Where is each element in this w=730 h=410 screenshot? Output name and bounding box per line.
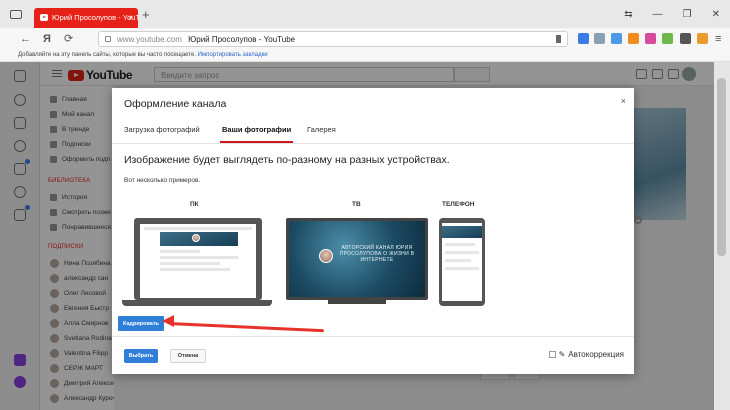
page-line (160, 268, 230, 271)
select-button[interactable]: Выбрать (124, 349, 158, 363)
laptop-base (122, 300, 272, 306)
youtube-favicon-icon (40, 14, 48, 21)
extension-icon[interactable] (594, 33, 605, 44)
dialog-subheading: Вот несколько примеров. (124, 177, 201, 184)
annotation-arrow (169, 322, 324, 333)
tv-stand (328, 300, 386, 304)
phone-preview (439, 218, 485, 306)
url-host: www.youtube.com (117, 35, 182, 44)
dialog-title: Оформление канала (124, 98, 227, 110)
autocorrection-checkbox[interactable] (548, 351, 556, 358)
sidebar-toggle-icon[interactable] (10, 10, 22, 19)
annotation-arrow-head (162, 315, 174, 327)
device-label-pc: ПК (190, 201, 199, 208)
scrollbar-thumb[interactable] (717, 78, 726, 256)
tab-title: Юрий Просолупов - YouTube (52, 13, 138, 22)
page-line (445, 259, 471, 262)
back-button[interactable]: ← (20, 32, 31, 46)
dialog-heading: Изображение будет выглядеть по-разному н… (124, 154, 450, 166)
browser-window: Юрий Просолупов - YouTube × + ⇆ — ❐ ✕ ← … (0, 0, 730, 410)
autocorrection-label: Автокоррекция (568, 350, 624, 359)
new-tab-button[interactable]: + (142, 8, 150, 21)
banner-preview-pc (160, 232, 238, 246)
avatar (192, 234, 200, 242)
extension-icon[interactable] (662, 33, 673, 44)
tabs-icon[interactable]: ⇆ (624, 10, 632, 20)
tab-close-icon[interactable]: × (128, 13, 133, 22)
refresh-button[interactable]: ⟳ (64, 32, 73, 46)
minimize-button[interactable]: — (653, 10, 663, 20)
page-line (144, 227, 252, 230)
crop-button[interactable]: Кадрировать (118, 316, 164, 331)
page-line (160, 250, 200, 253)
yandex-logo[interactable]: Я (43, 32, 51, 46)
page-line (445, 243, 475, 246)
close-icon[interactable]: × (621, 96, 626, 106)
import-bookmarks-link[interactable]: Импортировать закладки (198, 52, 268, 58)
channel-art-dialog: Оформление канала × Загрузка фотографий … (112, 88, 634, 374)
url-page-title: Юрий Просолупов - YouTube (188, 35, 296, 44)
dialog-tabs: Загрузка фотографий Ваши фотографии Гале… (112, 116, 634, 144)
tv-preview: АВТОРСКИЙ КАНАЛ ЮРИЯ ПРОСОЛУПОВА О ЖИЗНИ… (286, 218, 428, 300)
tab-your-photos[interactable]: Ваши фотографии (219, 125, 294, 143)
banner-preview-tv: АВТОРСКИЙ КАНАЛ ЮРИЯ ПРОСОЛУПОВА О ЖИЗНИ… (289, 221, 425, 297)
extension-icon[interactable] (697, 33, 708, 44)
address-toolbar: ← Я ⟳ www.youtube.com Юрий Просолупов - … (0, 28, 730, 50)
browser-tab-youtube[interactable]: Юрий Просолупов - YouTube × (34, 8, 138, 28)
bookmarks-hint: Добавляйте на эту панель сайты, которые … (18, 52, 196, 58)
page-line (445, 251, 479, 254)
extension-icon[interactable] (680, 33, 691, 44)
extension-icon[interactable] (628, 33, 639, 44)
extension-icon[interactable] (645, 33, 656, 44)
dialog-footer: Выбрать Отмена ✎ Автокоррекция (112, 336, 634, 374)
device-label-tv: ТВ (352, 201, 361, 208)
close-window-button[interactable]: ✕ (712, 10, 720, 20)
page-line (160, 256, 238, 259)
magic-wand-icon: ✎ (558, 350, 566, 359)
page-line (160, 262, 220, 265)
download-icon[interactable] (578, 33, 589, 44)
autocorrection-option[interactable]: ✎ Автокоррекция (548, 350, 624, 359)
tab-upload-photos[interactable]: Загрузка фотографий (124, 125, 200, 134)
banner-text: АВТОРСКИЙ КАНАЛ ЮРИЯ ПРОСОЛУПОВА О ЖИЗНИ… (339, 245, 415, 263)
window-controls: ⇆ — ❐ ✕ (624, 10, 720, 20)
bookmark-icon[interactable] (556, 35, 561, 43)
device-label-phone: ТЕЛЕФОН (442, 201, 475, 208)
cancel-button[interactable]: Отмена (170, 349, 206, 363)
tab-bar: Юрий Просолупов - YouTube × + ⇆ — ❐ ✕ (0, 0, 730, 28)
page-line (445, 267, 479, 270)
phone-screen (442, 223, 482, 301)
menu-icon[interactable]: ≡ (715, 32, 721, 46)
pc-preview (134, 218, 262, 300)
lock-icon (105, 36, 111, 42)
bookmarks-bar: Добавляйте на эту панель сайты, которые … (0, 50, 730, 62)
address-input[interactable]: www.youtube.com Юрий Просолупов - YouTub… (98, 31, 568, 47)
tab-gallery[interactable]: Галерея (307, 125, 336, 134)
pc-screen (140, 224, 256, 298)
maximize-button[interactable]: ❐ (683, 10, 692, 20)
extension-icon[interactable] (611, 33, 622, 44)
banner-preview-phone (442, 226, 482, 238)
